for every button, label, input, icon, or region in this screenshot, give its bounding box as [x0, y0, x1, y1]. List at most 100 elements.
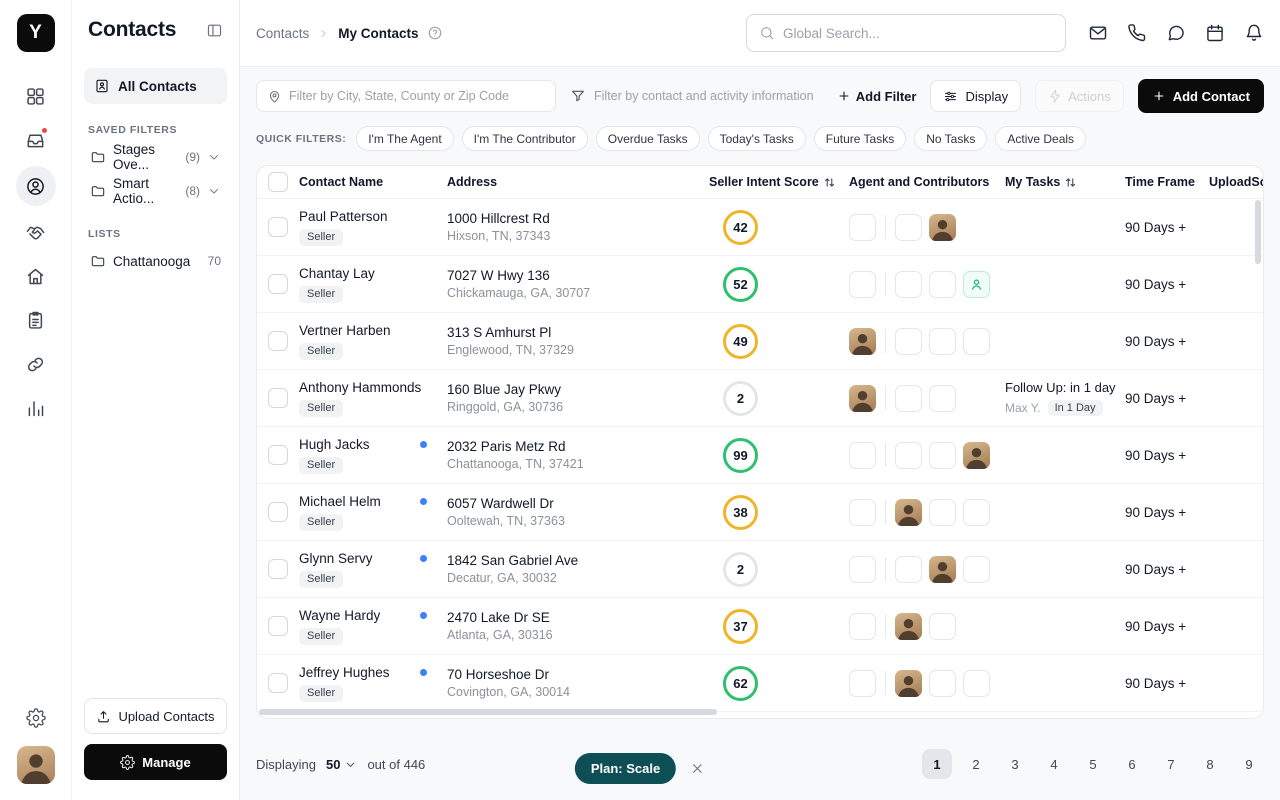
row-checkbox[interactable] [268, 673, 288, 693]
table-row[interactable]: Michael Helm Seller 6057 Wardwell Dr Ooltew… [257, 484, 1263, 541]
row-checkbox[interactable] [268, 616, 288, 636]
contributor-avatar[interactable] [895, 498, 922, 526]
column-header[interactable]: Time Frame [1125, 175, 1209, 189]
column-header[interactable]: My Tasks [1005, 175, 1125, 189]
quick-filter-pill[interactable]: Future Tasks [813, 126, 907, 151]
add-filter-button[interactable]: Add Filter [837, 89, 916, 104]
close-icon[interactable] [690, 761, 705, 776]
row-checkbox[interactable] [268, 502, 288, 522]
location-filter-input[interactable] [289, 89, 545, 103]
contributor-avatar[interactable] [895, 612, 922, 640]
contact-filter-input[interactable] [594, 89, 823, 103]
column-header[interactable]: Address [447, 175, 709, 189]
contributor-avatar[interactable] [929, 213, 956, 241]
page-button[interactable]: 6 [1117, 749, 1147, 779]
avatar-slot-empty[interactable] [849, 612, 876, 640]
avatar-slot-empty[interactable] [895, 213, 922, 241]
table-row[interactable]: Wayne Hardy Seller 2470 Lake Dr SE Atlanta,… [257, 598, 1263, 655]
avatar-slot-empty[interactable] [895, 270, 922, 298]
saved-filter-item[interactable]: Smart Actio... (8) [84, 174, 227, 208]
column-header[interactable]: Contact Name [299, 175, 447, 189]
horizontal-scrollbar[interactable] [259, 709, 717, 715]
page-button[interactable]: 9 [1234, 749, 1264, 779]
table-row[interactable]: Jeffrey Hughes Seller 70 Horseshoe Dr Covin… [257, 655, 1263, 712]
avatar-slot-empty[interactable] [929, 498, 956, 526]
vertical-scrollbar[interactable] [1255, 200, 1261, 264]
table-row[interactable]: Glynn Servy Seller 1842 San Gabriel Ave Dec… [257, 541, 1263, 598]
breadcrumb-contacts[interactable]: Contacts [256, 26, 309, 41]
avatar-slot-empty[interactable] [963, 669, 990, 697]
avatar-slot-empty[interactable] [849, 213, 876, 241]
avatar-slot-empty[interactable] [929, 441, 956, 469]
page-button[interactable]: 2 [961, 749, 991, 779]
upload-contacts-button[interactable]: Upload Contacts [84, 698, 227, 734]
page-button[interactable]: 8 [1195, 749, 1225, 779]
page-button[interactable]: 7 [1156, 749, 1186, 779]
app-logo[interactable]: Y [16, 14, 55, 52]
task-title[interactable]: Follow Up: in 1 day [1005, 380, 1119, 395]
contributor-avatar[interactable] [849, 384, 876, 412]
contact-name[interactable]: Michael Helm [299, 494, 381, 509]
quick-filter-pill[interactable]: No Tasks [914, 126, 988, 151]
deals-icon[interactable] [18, 214, 54, 250]
home-icon[interactable] [18, 258, 54, 294]
mail-icon[interactable] [1088, 23, 1108, 43]
avatar-slot-empty[interactable] [895, 555, 922, 583]
contact-name[interactable]: Paul Patterson [299, 209, 388, 224]
quick-filter-pill[interactable]: I'm The Agent [356, 126, 454, 151]
table-row[interactable]: Hugh Jacks Seller 2032 Paris Metz Rd Chatta… [257, 427, 1263, 484]
quick-filter-pill[interactable]: Today's Tasks [707, 126, 806, 151]
contact-name[interactable]: Anthony Hammonds [299, 380, 421, 395]
avatar-slot-empty[interactable] [929, 270, 956, 298]
sort-icon[interactable] [823, 176, 836, 189]
row-checkbox[interactable] [268, 445, 288, 465]
avatar-slot-empty[interactable] [849, 555, 876, 583]
select-all-checkbox[interactable] [268, 172, 288, 192]
help-icon[interactable] [427, 25, 443, 41]
user-avatar[interactable] [16, 746, 55, 784]
bell-icon[interactable] [1244, 23, 1264, 43]
row-checkbox[interactable] [268, 274, 288, 294]
contacts-icon[interactable] [15, 166, 56, 206]
table-row[interactable]: Anthony Hammonds Seller 160 Blue Jay Pkwy R… [257, 370, 1263, 427]
display-button[interactable]: Display [930, 80, 1022, 112]
table-row[interactable]: Paul Patterson Seller 1000 Hillcrest Rd Hix… [257, 199, 1263, 256]
contact-name[interactable]: Vertner Harben [299, 323, 391, 338]
agent-person-icon[interactable] [963, 270, 990, 298]
contact-name[interactable]: Hugh Jacks [299, 437, 370, 452]
page-button[interactable]: 5 [1078, 749, 1108, 779]
avatar-slot-empty[interactable] [849, 498, 876, 526]
quick-filter-pill[interactable]: Active Deals [995, 126, 1087, 151]
global-search-input[interactable] [783, 25, 1053, 41]
contributor-avatar[interactable] [895, 669, 922, 697]
avatar-slot-empty[interactable] [929, 669, 956, 697]
dashboard-icon[interactable] [18, 78, 54, 114]
calendar-icon[interactable] [1205, 23, 1225, 43]
quick-filter-pill[interactable]: I'm The Contributor [461, 126, 588, 151]
sort-icon[interactable] [1064, 176, 1077, 189]
actions-button[interactable]: Actions [1035, 80, 1124, 112]
contact-name[interactable]: Glynn Servy [299, 551, 373, 566]
contributor-avatar[interactable] [963, 441, 990, 469]
saved-filter-item[interactable]: Stages Ove... (9) [84, 140, 227, 174]
avatar-slot-empty[interactable] [929, 612, 956, 640]
add-contact-button[interactable]: Add Contact [1137, 79, 1264, 113]
row-checkbox[interactable] [268, 388, 288, 408]
sidebar-item-all-contacts[interactable]: All Contacts [84, 68, 227, 104]
avatar-slot-empty[interactable] [963, 555, 990, 583]
settings-icon[interactable] [25, 708, 46, 728]
analytics-icon[interactable] [18, 390, 54, 426]
list-item[interactable]: Chattanooga 70 [84, 244, 227, 278]
row-checkbox[interactable] [268, 559, 288, 579]
row-checkbox[interactable] [268, 217, 288, 237]
page-size-select[interactable]: 50 [326, 757, 357, 772]
page-button[interactable]: 4 [1039, 749, 1069, 779]
inbox-icon[interactable] [18, 122, 54, 158]
page-button[interactable]: 1 [922, 749, 952, 779]
table-row[interactable]: Vertner Harben Seller 313 S Amhurst Pl Engl… [257, 313, 1263, 370]
chat-icon[interactable] [1166, 23, 1186, 43]
page-button[interactable]: 3 [1000, 749, 1030, 779]
avatar-slot-empty[interactable] [849, 441, 876, 469]
row-checkbox[interactable] [268, 331, 288, 351]
tasks-icon[interactable] [18, 302, 54, 338]
